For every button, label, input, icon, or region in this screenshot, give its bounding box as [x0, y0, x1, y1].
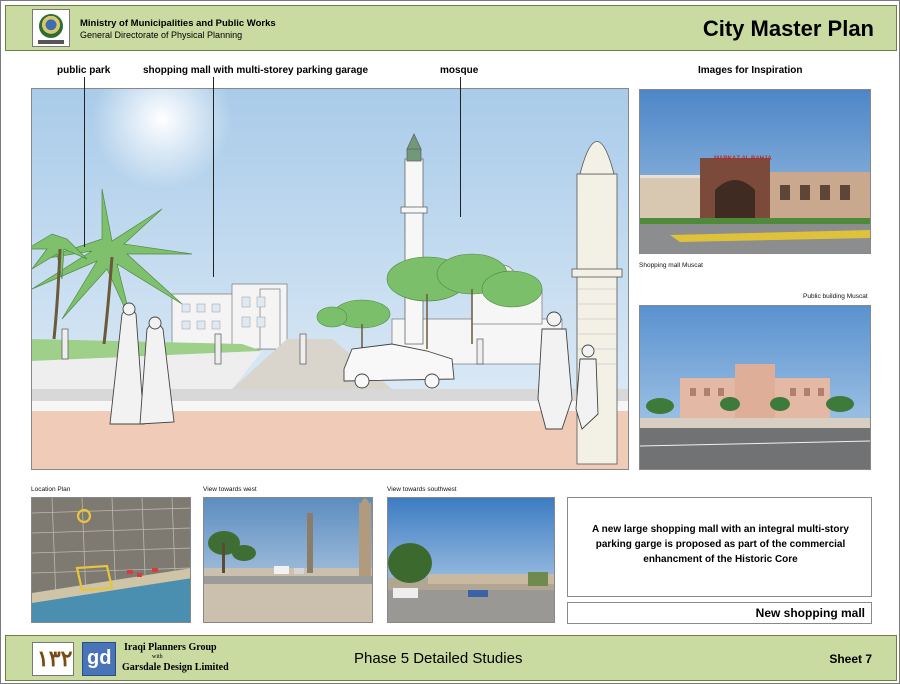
callout-shopping-mall: shopping mall with multi-storey parking …	[143, 65, 369, 76]
caption-location-plan: Location Plan	[31, 486, 71, 493]
leader-line-park	[84, 77, 85, 247]
description-text: A new large shopping mall with an integr…	[592, 524, 849, 565]
inspiration-heading: Images for Inspiration	[698, 65, 803, 76]
photo-shopping-mall-muscat: MARKAZ AL BAHJA	[639, 89, 871, 254]
ministry-name: Ministry of Municipalities and Public Wo…	[80, 18, 276, 29]
caption-public-building: Public building Muscat	[803, 293, 868, 300]
photo-public-building-muscat	[639, 305, 871, 470]
firm-name-primary: Iraqi Planners Group	[124, 642, 217, 653]
leader-line-mosque	[460, 77, 461, 217]
description-box: A new large shopping mall with an integr…	[567, 497, 872, 597]
location-plan-map	[31, 497, 191, 623]
iraqi-planners-logo-icon: ١٣٢	[32, 642, 74, 676]
ministry-seal-icon	[32, 9, 70, 47]
directorate-name: General Directorate of Physical Planning	[80, 30, 243, 40]
main-perspective-rendering	[31, 88, 629, 470]
photo-view-southwest	[387, 497, 555, 623]
garsdale-logo-icon: gd	[82, 642, 116, 676]
mall-sign-text: MARKAZ AL BAHJA	[714, 156, 772, 162]
callout-public-park: public park	[57, 65, 111, 76]
sheet-number: Sheet 7	[829, 652, 872, 666]
phase-label: Phase 5 Detailed Studies	[354, 650, 523, 667]
firm-name-secondary: Garsdale Design Limited	[122, 662, 229, 673]
firm-with: with	[152, 654, 163, 660]
sheet-title: City Master Plan	[702, 16, 874, 41]
drawing-sheet: Ministry of Municipalities and Public Wo…	[0, 0, 900, 684]
footer-band: ١٣٢ gd Iraqi Planners Group with Garsdal…	[5, 635, 897, 681]
callout-mosque: mosque	[440, 65, 479, 76]
leader-line-mall	[213, 77, 214, 277]
caption-view-southwest: View towards southwest	[387, 486, 457, 493]
caption-mall-muscat: Shopping mall Muscat	[639, 262, 703, 269]
caption-view-west: View towards west	[203, 486, 257, 493]
project-name-box: New shopping mall	[567, 602, 872, 624]
header-band: Ministry of Municipalities and Public Wo…	[5, 5, 897, 51]
photo-view-west	[203, 497, 373, 623]
project-name: New shopping mall	[755, 606, 865, 620]
